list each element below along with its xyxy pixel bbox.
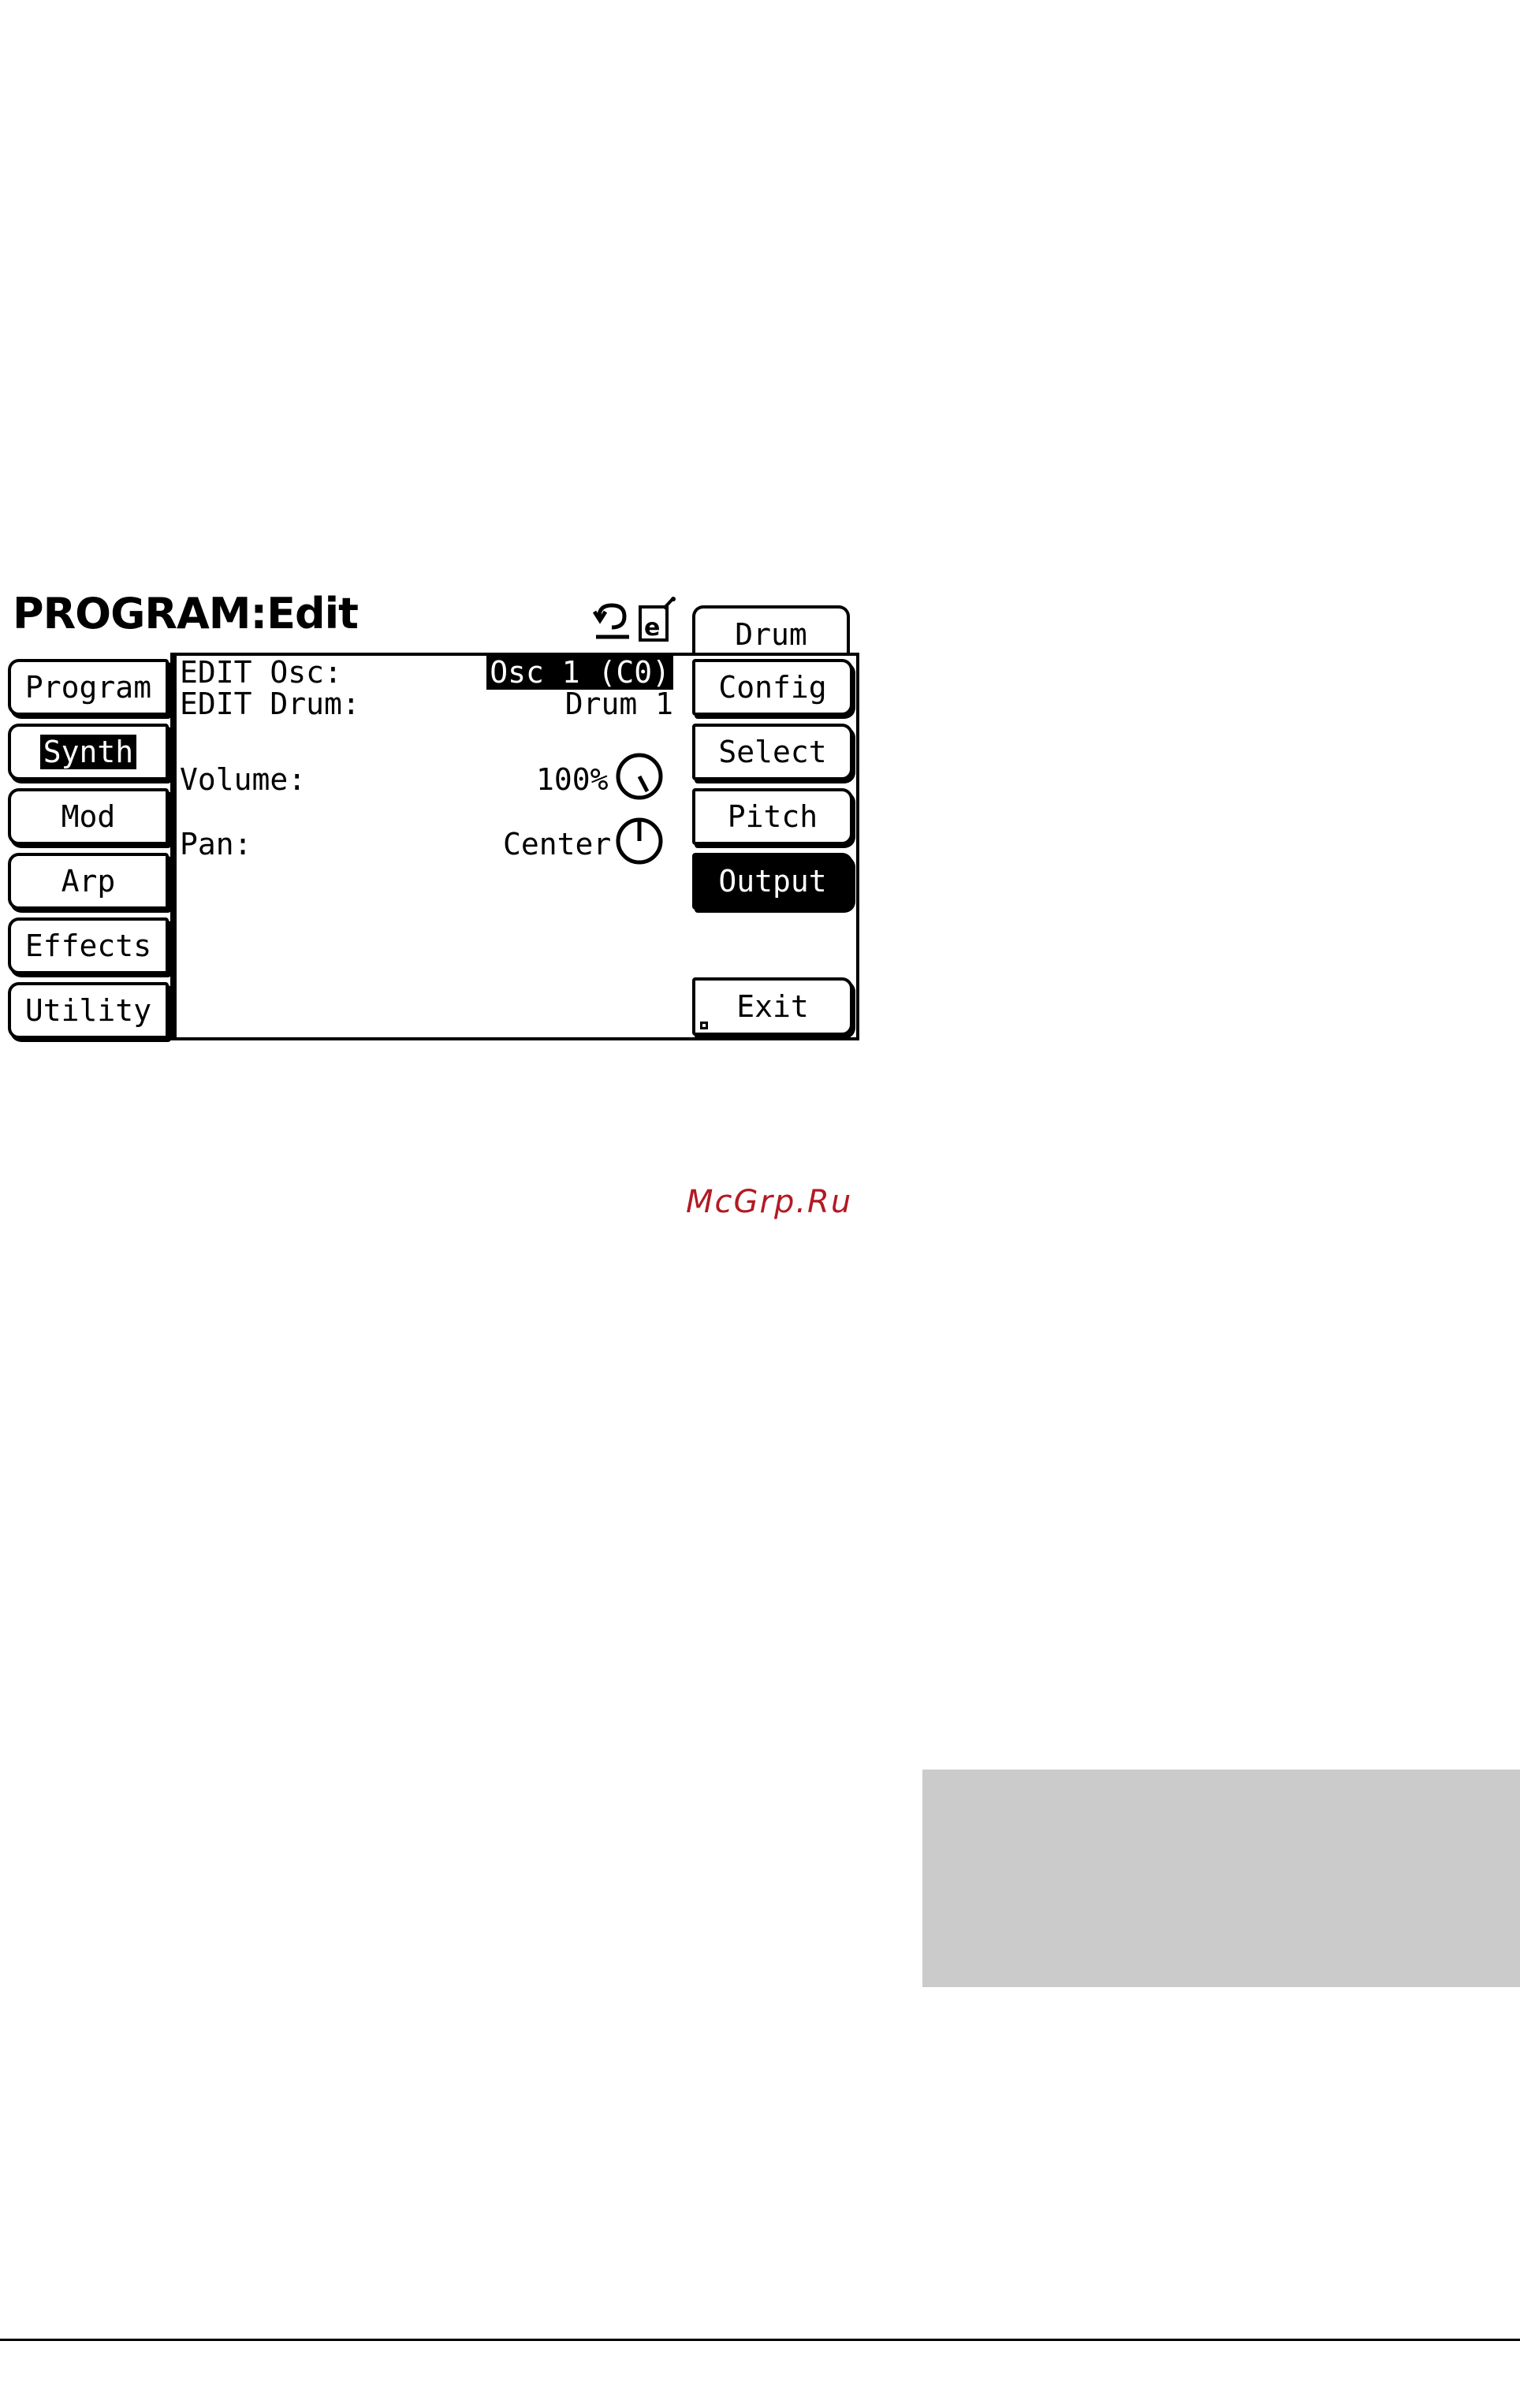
edit-osc-value[interactable]: Osc 1 (C0) bbox=[486, 655, 673, 690]
tab-effects[interactable]: Effects bbox=[8, 917, 169, 974]
footer-divider bbox=[0, 2339, 1520, 2341]
edit-osc-label: EDIT Osc: bbox=[180, 655, 342, 690]
tab-drum[interactable]: Drum bbox=[692, 605, 850, 654]
volume-label: Volume: bbox=[180, 762, 307, 797]
exit-button[interactable]: Exit bbox=[692, 977, 853, 1036]
volume-value[interactable]: 100% bbox=[536, 763, 609, 796]
svg-text:e: e bbox=[644, 614, 660, 642]
tab-synth[interactable]: Synth bbox=[8, 724, 169, 780]
edit-document-icon[interactable]: e bbox=[637, 596, 676, 643]
edit-drum-value[interactable]: Drum 1 bbox=[565, 687, 673, 720]
tab-select-label: Select bbox=[718, 735, 827, 769]
pan-value[interactable]: Center bbox=[503, 828, 611, 861]
exit-button-label: Exit bbox=[736, 989, 809, 1024]
grey-note-box bbox=[922, 1770, 1520, 1987]
pan-label: Pan: bbox=[180, 827, 252, 862]
program-edit-screen: PROGRAM:Edit e Drum EDIT Osc: Osc 1 (C0)… bbox=[0, 583, 875, 1056]
watermark: McGrp.Ru bbox=[686, 1184, 853, 1220]
undo-icon[interactable] bbox=[593, 596, 632, 643]
tab-program[interactable]: Program bbox=[8, 659, 169, 716]
pan-knob[interactable] bbox=[615, 817, 664, 865]
tab-mod-label: Mod bbox=[61, 799, 116, 834]
page-title: PROGRAM:Edit bbox=[13, 589, 359, 638]
tab-select[interactable]: Select bbox=[692, 724, 853, 780]
tab-pitch-label: Pitch bbox=[727, 799, 818, 834]
tab-synth-label: Synth bbox=[39, 735, 137, 769]
tab-arp-label: Arp bbox=[61, 864, 116, 899]
tab-arp[interactable]: Arp bbox=[8, 853, 169, 910]
tab-effects-label: Effects bbox=[24, 929, 152, 963]
edit-drum-label: EDIT Drum: bbox=[180, 687, 360, 721]
tab-mod[interactable]: Mod bbox=[8, 788, 169, 845]
tab-utility-label: Utility bbox=[24, 993, 152, 1028]
tab-program-label: Program bbox=[24, 670, 152, 705]
tab-pitch[interactable]: Pitch bbox=[692, 788, 853, 845]
tab-utility[interactable]: Utility bbox=[8, 982, 169, 1039]
tab-config-label: Config bbox=[718, 670, 827, 705]
tab-output-label: Output bbox=[718, 864, 827, 899]
volume-knob[interactable] bbox=[615, 752, 664, 801]
exit-indicator-icon bbox=[700, 1022, 708, 1029]
tab-output[interactable]: Output bbox=[692, 853, 853, 910]
tab-config[interactable]: Config bbox=[692, 659, 853, 716]
tab-drum-label: Drum bbox=[735, 617, 807, 652]
